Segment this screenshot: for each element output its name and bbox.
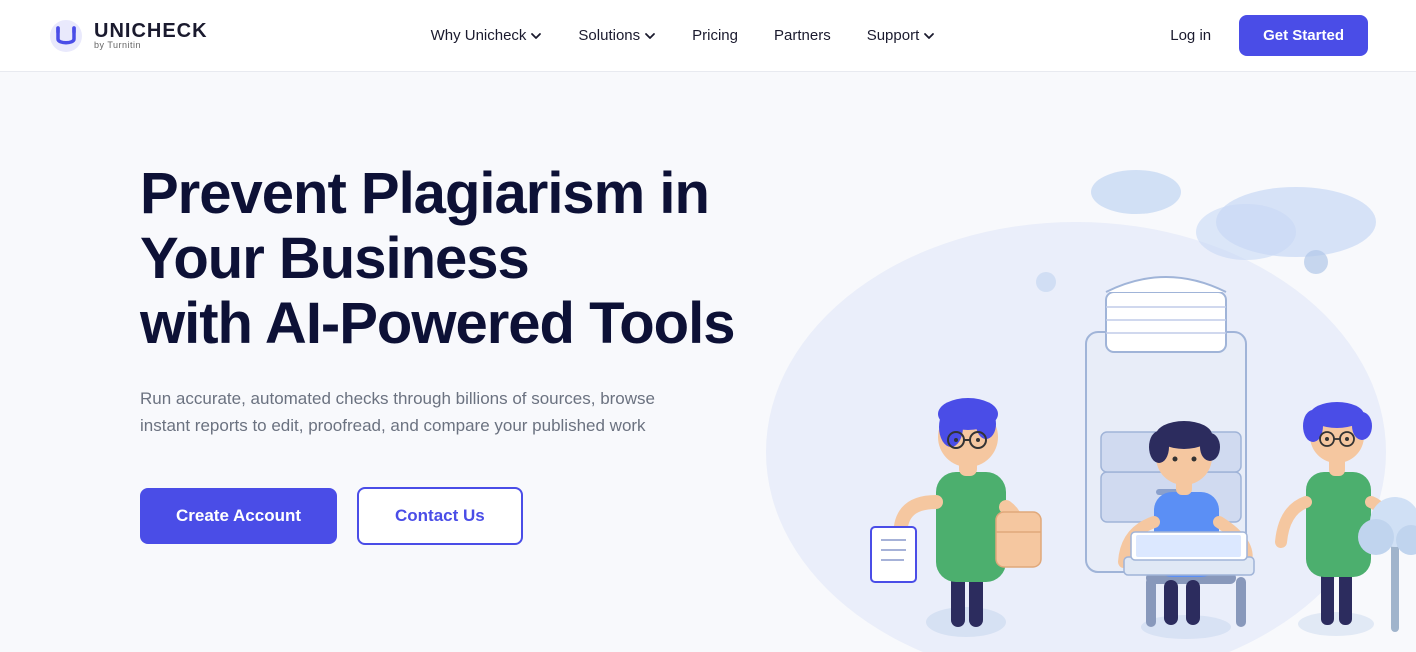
logo-icon (48, 18, 84, 54)
get-started-button[interactable]: Get Started (1239, 15, 1368, 56)
logo[interactable]: UNICHECK by Turnitin (48, 18, 208, 54)
logo-main-text: UNICHECK (94, 21, 208, 41)
nav-links: Why Unicheck Solutions Pricing Partners … (417, 19, 950, 52)
create-account-button[interactable]: Create Account (140, 488, 337, 544)
chevron-down-icon (644, 30, 656, 42)
chevron-down-icon (923, 30, 935, 42)
hero-section: Prevent Plagiarism in Your Business with… (0, 72, 1416, 652)
nav-item-solutions[interactable]: Solutions (564, 19, 670, 52)
nav-item-why-unicheck[interactable]: Why Unicheck (417, 19, 557, 52)
illustration-svg (656, 132, 1416, 652)
navbar: UNICHECK by Turnitin Why Unicheck Soluti… (0, 0, 1416, 72)
hero-illustration (656, 132, 1416, 652)
contact-us-button[interactable]: Contact Us (357, 487, 523, 545)
chevron-down-icon (530, 30, 542, 42)
login-button[interactable]: Log in (1158, 19, 1223, 52)
nav-item-partners[interactable]: Partners (760, 19, 845, 52)
nav-actions: Log in Get Started (1158, 15, 1368, 56)
hero-subtitle: Run accurate, automated checks through b… (140, 385, 700, 439)
nav-item-pricing[interactable]: Pricing (678, 19, 752, 52)
logo-sub-text: by Turnitin (94, 41, 208, 50)
nav-item-support[interactable]: Support (853, 19, 950, 52)
